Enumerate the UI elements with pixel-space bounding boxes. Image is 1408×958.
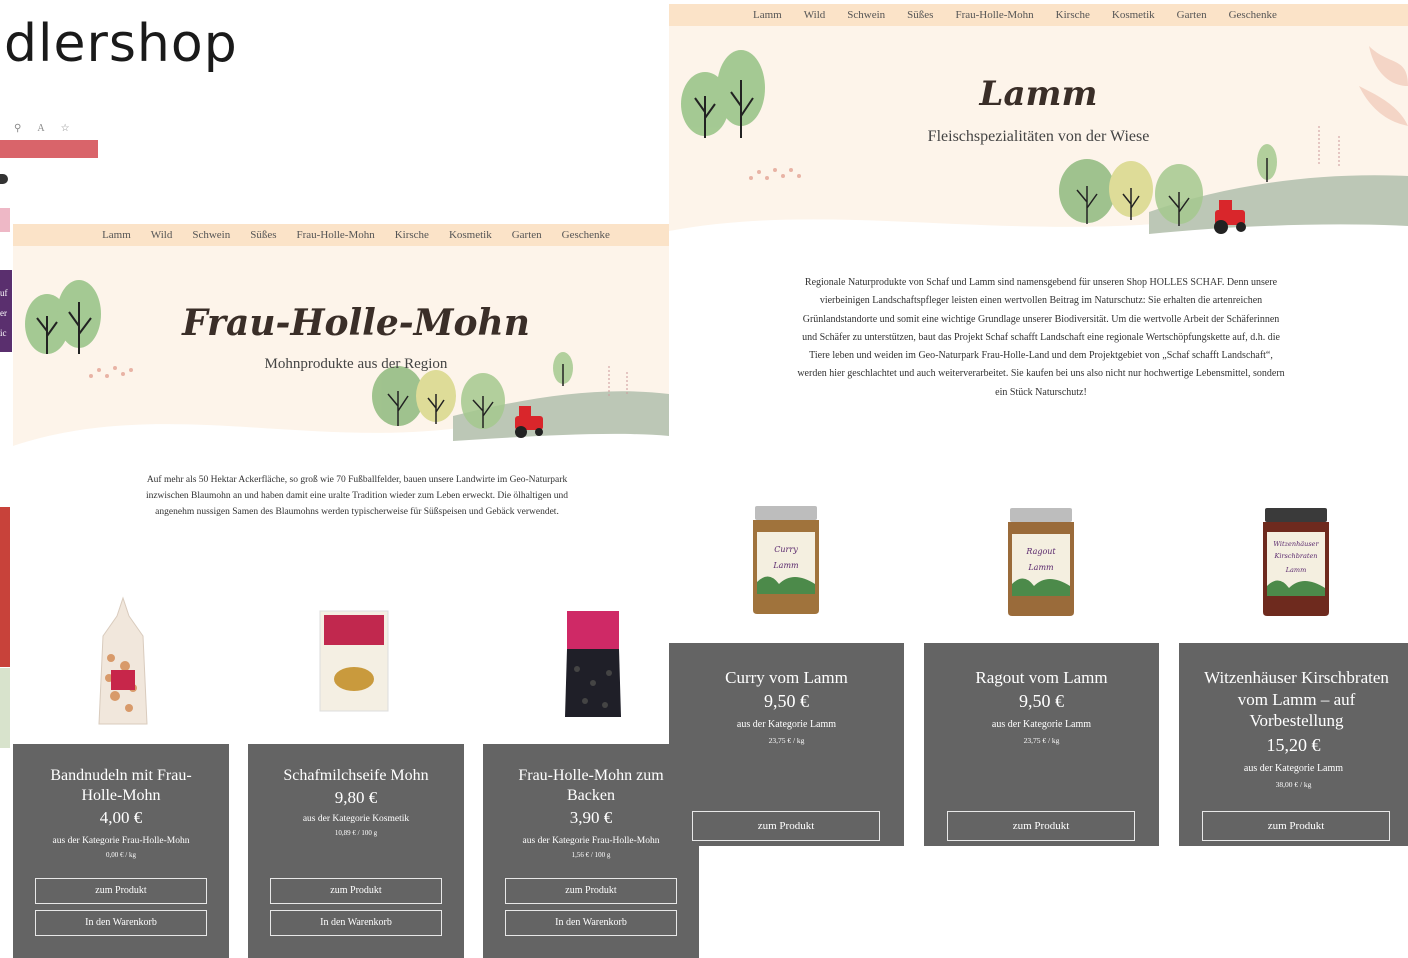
- product-price: 3,90 €: [569, 808, 613, 827]
- product-image-bandnudeln[interactable]: [93, 596, 153, 732]
- product-image-mohn-backen[interactable]: [563, 609, 623, 721]
- intro-text: Auf mehr als 50 Hektar Ackerfläche, so g…: [145, 475, 569, 517]
- product-name[interactable]: Curry vom Lamm: [683, 667, 890, 688]
- hero-title: Frau-Holle-Mohn: [182, 302, 530, 344]
- nav-item-geschenke[interactable]: Geschenke: [562, 229, 610, 241]
- nav-item-garten[interactable]: Garten: [512, 229, 542, 241]
- nav-item-frau-holle-mohn[interactable]: Frau-Holle-Mohn: [297, 229, 375, 241]
- nav-item-kosmetik[interactable]: Kosmetik: [449, 229, 492, 241]
- product-card: Frau-Holle-Mohn zum Backen 3,90 € aus de…: [483, 744, 699, 958]
- product-price: 15,20 €: [1266, 735, 1321, 755]
- add-to-cart-button[interactable]: In den Warenkorb: [505, 910, 677, 936]
- product-category: aus der Kategorie Lamm: [1243, 763, 1344, 774]
- nav-item-suesses[interactable]: Süßes: [250, 229, 276, 241]
- hero-subtitle: Fleischspezialitäten von der Wiese: [927, 128, 1150, 145]
- product-name[interactable]: Ragout vom Lamm: [938, 667, 1145, 688]
- svg-text:Lamm: Lamm: [1285, 566, 1307, 574]
- product-name[interactable]: Witzenhäuser Kirschbraten vom Lamm – auf…: [1193, 667, 1400, 732]
- nav-item-kosmetik[interactable]: Kosmetik: [1112, 9, 1155, 21]
- nav-item-suesses[interactable]: Süßes: [907, 9, 933, 21]
- product-card: Curry vom Lamm 9,50 € aus der Kategorie …: [669, 643, 904, 846]
- lamm-shop-window: Lamm Wild Schwein Süßes Frau-Holle-Mohn …: [669, 4, 1408, 846]
- product-card: Witzenhäuser Kirschbraten vom Lamm – auf…: [1179, 643, 1408, 846]
- hero-subtitle: Mohnprodukte aus der Region: [264, 356, 448, 372]
- font-icon[interactable]: A: [37, 123, 44, 134]
- to-product-button[interactable]: zum Produkt: [505, 878, 677, 904]
- add-to-cart-button[interactable]: In den Warenkorb: [270, 910, 442, 936]
- product-image-curry-vom-lamm[interactable]: Curry Lamm: [749, 504, 823, 616]
- green-panel-fragment: [0, 668, 10, 748]
- nav-item-wild[interactable]: Wild: [151, 229, 173, 241]
- svg-text:Witzenhäuser: Witzenhäuser: [1273, 540, 1319, 548]
- nav-item-geschenke[interactable]: Geschenke: [1229, 9, 1277, 21]
- product-unit-price: 38,00 € / kg: [1275, 780, 1312, 789]
- svg-text:Lamm: Lamm: [772, 561, 799, 570]
- main-navigation: Lamm Wild Schwein Süßes Frau-Holle-Mohn …: [669, 4, 1408, 26]
- product-unit-price: 10,89 € / 100 g: [334, 829, 378, 837]
- nav-item-garten[interactable]: Garten: [1177, 9, 1207, 21]
- hero-banner: Lamm Fleischspezialitäten von der Wiese: [669, 26, 1408, 262]
- nav-item-frau-holle-mohn[interactable]: Frau-Holle-Mohn: [955, 9, 1033, 21]
- product-category: aus der Kategorie Frau-Holle-Mohn: [522, 836, 660, 846]
- nav-item-schwein[interactable]: Schwein: [192, 229, 230, 241]
- product-price: 9,80 €: [334, 788, 378, 807]
- product-price: 9,50 €: [764, 691, 809, 711]
- nav-item-lamm[interactable]: Lamm: [102, 229, 131, 241]
- product-name[interactable]: Bandnudeln mit Frau-Holle-Mohn: [33, 766, 209, 806]
- page-title-fragment: dlershop: [4, 14, 238, 74]
- product-category: aus der Kategorie Kosmetik: [302, 814, 410, 824]
- product-category: aus der Kategorie Lamm: [991, 719, 1092, 730]
- product-unit-price: 23,75 € / kg: [1023, 736, 1060, 745]
- product-name[interactable]: Frau-Holle-Mohn zum Backen: [503, 766, 679, 806]
- product-image-schafmilchseife[interactable]: [318, 609, 390, 713]
- hero-title: Lamm: [979, 74, 1098, 114]
- logo-fragment: [0, 174, 8, 184]
- svg-text:Ragout: Ragout: [1025, 547, 1056, 556]
- browser-toolbar: ⚲ A ☆: [0, 118, 98, 138]
- intro-text: Regionale Naturprodukte von Schaf und La…: [797, 277, 1285, 398]
- nav-item-lamm[interactable]: Lamm: [753, 9, 782, 21]
- header-bar: [0, 140, 98, 158]
- product-category: aus der Kategorie Frau-Holle-Mohn: [52, 836, 190, 846]
- nav-item-kirsche[interactable]: Kirsche: [1056, 9, 1090, 21]
- product-image-kirschbraten-vom-lamm[interactable]: Witzenhäuser Kirschbraten Lamm: [1259, 506, 1333, 618]
- product-category: aus der Kategorie Lamm: [736, 719, 837, 730]
- hero-banner: Frau-Holle-Mohn Mohnprodukte aus der Reg…: [13, 246, 699, 476]
- to-product-button[interactable]: zum Produkt: [947, 811, 1135, 841]
- product-name[interactable]: Schafmilchseife Mohn: [268, 766, 444, 786]
- to-product-button[interactable]: zum Produkt: [270, 878, 442, 904]
- nav-item-kirsche[interactable]: Kirsche: [395, 229, 429, 241]
- main-navigation: Lamm Wild Schwein Süßes Frau-Holle-Mohn …: [13, 224, 699, 246]
- to-product-button[interactable]: zum Produkt: [1202, 811, 1390, 841]
- add-to-cart-button[interactable]: In den Warenkorb: [35, 910, 207, 936]
- mohn-shop-window: Lamm Wild Schwein Süßes Frau-Holle-Mohn …: [13, 224, 699, 958]
- pink-banner-fragment: [0, 208, 10, 232]
- product-image-ragout-vom-lamm[interactable]: Ragout Lamm: [1004, 506, 1078, 618]
- to-product-button[interactable]: zum Produkt: [692, 811, 880, 841]
- product-card: Schafmilchseife Mohn 9,80 € aus der Kate…: [248, 744, 464, 958]
- star-icon[interactable]: ☆: [61, 123, 70, 134]
- svg-text:Lamm: Lamm: [1027, 563, 1054, 572]
- product-image-fragment: [0, 507, 10, 667]
- product-card: Bandnudeln mit Frau-Holle-Mohn 4,00 € au…: [13, 744, 229, 958]
- product-price: 4,00 €: [99, 808, 143, 827]
- nav-item-wild[interactable]: Wild: [804, 9, 826, 21]
- product-price: 9,50 €: [1019, 691, 1064, 711]
- product-unit-price: 1,56 € / 100 g: [571, 851, 611, 859]
- purple-banner-fragment: uf er ic: [0, 270, 12, 352]
- product-card: Ragout vom Lamm 9,50 € aus der Kategorie…: [924, 643, 1159, 846]
- search-icon[interactable]: ⚲: [14, 123, 21, 134]
- product-unit-price: 23,75 € / kg: [768, 736, 805, 745]
- product-unit-price: 0,00 € / kg: [106, 851, 136, 859]
- svg-text:Curry: Curry: [774, 545, 798, 554]
- to-product-button[interactable]: zum Produkt: [35, 878, 207, 904]
- nav-item-schwein[interactable]: Schwein: [847, 9, 885, 21]
- svg-text:Kirschbraten: Kirschbraten: [1274, 552, 1318, 560]
